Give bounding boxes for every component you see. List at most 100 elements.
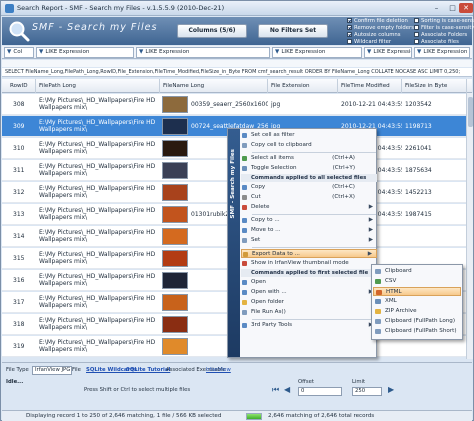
cell-rowid: 311 [13, 167, 25, 174]
export-option-html[interactable]: HTML [373, 287, 461, 296]
option-checkbox[interactable] [414, 18, 419, 23]
cell-extension: jpg [271, 101, 281, 108]
filter-cell-5[interactable]: ▼ LIKE Expression [414, 47, 470, 58]
option-right-2[interactable]: Associate Folders [414, 32, 467, 39]
export-option-icon [375, 319, 381, 324]
menu-item-label: Select all items [251, 155, 294, 161]
cell-filepath: E:\My Pictures\_HD_Wallpapers\Fire HD Wa… [39, 97, 156, 111]
filter-cell-4[interactable]: ▼LIKE Expression [364, 47, 412, 58]
image-thumbnail [162, 184, 188, 201]
filter-expression: Col [13, 49, 23, 55]
close-button[interactable]: ✕ [459, 3, 473, 13]
menu-item-icon [243, 252, 248, 257]
filter-dropdown-icon[interactable]: ▼ [139, 49, 143, 55]
filter-cell-2[interactable]: ▼ LIKE Expression [136, 47, 270, 58]
table-row[interactable]: 308 E:\My Pictures\_HD_Wallpapers\Fire HD… [2, 94, 472, 115]
option-checkbox[interactable] [347, 18, 352, 23]
menu-item-select-all-items[interactable]: Select all items (Ctrl+A) [241, 154, 377, 163]
option-checkbox[interactable] [414, 39, 419, 44]
option-label: Associate files [421, 39, 459, 45]
filter-cell-3[interactable]: ▼ LIKE Expression [272, 47, 362, 58]
limit-input[interactable]: 250 [352, 387, 382, 396]
menu-item-3rd-party-tools[interactable]: 3rd Party Tools▶ [241, 321, 377, 330]
previous-page-icon[interactable]: ◀ [284, 386, 290, 394]
minimize-button[interactable]: – [429, 3, 444, 13]
idle-status: Idle... [6, 379, 24, 385]
cell-filepath: E:\My Pictures\_HD_Wallpapers\Fire HD Wa… [39, 317, 156, 331]
option-left-2[interactable]: Autosize columns [347, 32, 401, 39]
menu-item-open-folder[interactable]: Open folder [241, 298, 377, 307]
filter-dropdown-icon[interactable]: ▼ [275, 49, 279, 55]
sqlite-tutorial-link[interactable]: SQLite Tutorial [126, 367, 170, 374]
filter-cell-1[interactable]: ▼ LIKE Expression [36, 47, 134, 58]
filter-bar: ▼ Col ▼ LIKE Expression ▼ LIKE Expression ▼ LIK… [2, 46, 472, 59]
cell-rowid: 313 [13, 211, 25, 218]
option-left-1[interactable]: Remove empty folders [347, 25, 414, 32]
next-page-icon[interactable]: ▶ [388, 386, 394, 394]
filter-dropdown-icon[interactable]: ▼ [39, 49, 43, 55]
scrollbar-thumb[interactable] [468, 97, 473, 127]
option-checkbox[interactable] [347, 25, 352, 30]
submenu-arrow-icon: ▶ [368, 227, 373, 233]
maximize-button[interactable]: □ [445, 3, 460, 13]
menu-item-copy-to[interactable]: Copy to ... ▶ [241, 216, 377, 225]
column-header-3[interactable]: File Extension [268, 79, 338, 93]
filter-dropdown-icon[interactable]: ▼ [417, 49, 421, 55]
menu-item-export-data-to[interactable]: Export Data to ... ▶ [241, 249, 377, 258]
offset-input[interactable]: 0 [298, 387, 342, 396]
cell-filepath: E:\My Pictures\_HD_Wallpapers\Fire HD Wa… [39, 273, 156, 287]
menu-item-set-cell-as-filter[interactable]: Set cell as filter [241, 131, 377, 140]
option-checkbox[interactable] [347, 39, 352, 44]
menu-item-show-in-irfanview-thumbnail-mode[interactable]: Show in IrfanView thumbnail mode [241, 259, 377, 268]
menu-item-copy[interactable]: Copy (Ctrl+C) [241, 183, 377, 192]
filter-dropdown-icon[interactable]: ▼ [367, 49, 371, 55]
menu-item-copy-cell-to-clipboard[interactable]: Copy cell to clipboard [241, 141, 377, 150]
option-left-0[interactable]: Confirm file deletion [347, 18, 408, 25]
option-label: Associate Folders [421, 32, 468, 38]
menu-item-cut[interactable]: Cut (Ctrl+X) [241, 193, 377, 202]
menu-item-file-run-as[interactable]: File Run As() [241, 308, 377, 317]
filter-dropdown-icon[interactable]: ▼ [7, 49, 11, 55]
option-checkbox[interactable] [414, 25, 419, 30]
image-thumbnail [162, 206, 188, 223]
vertical-scrollbar[interactable] [466, 93, 473, 359]
option-left-3[interactable]: Wildcard filter [347, 39, 391, 46]
menu-item-icon [242, 156, 247, 161]
export-option-clipboard-fullpath-long[interactable]: Clipboard (FullPath Long) [373, 317, 461, 326]
no-filters-button[interactable]: No Filters Set [258, 24, 328, 38]
option-right-3[interactable]: Associate files [414, 39, 459, 46]
status-displaying: Displaying record 1 to 250 of 2,646 matc… [26, 413, 222, 419]
menu-item-label: Set [251, 237, 261, 243]
menu-item-move-to[interactable]: Move to ... ▶ [241, 226, 377, 235]
column-header-0[interactable]: RowID [2, 79, 36, 93]
export-option-clipboard[interactable]: Clipboard [373, 267, 461, 276]
menu-item-set[interactable]: Set ▶ [241, 236, 377, 245]
header-banner: SMF - Search my Files Columns (5/6) No F… [2, 17, 474, 46]
associated-executable-value[interactable]: IrfanView [206, 367, 231, 374]
option-right-1[interactable]: Filter is case-sensitive [414, 25, 474, 32]
title-bar: Search Report - SMF - Search my Files - … [1, 1, 473, 16]
column-header-2[interactable]: FileName Long [160, 79, 268, 93]
export-option-clipboard-fullpath-short[interactable]: Clipboard (FullPath Short) [373, 327, 461, 336]
export-option-xml[interactable]: XML [373, 297, 461, 306]
menu-item-delete[interactable]: Delete ▶ [241, 203, 377, 212]
option-checkbox[interactable] [414, 32, 419, 37]
filter-cell-0[interactable]: ▼ Col [4, 47, 34, 58]
option-checkbox[interactable] [347, 32, 352, 37]
export-option-icon [375, 279, 381, 284]
columns-button[interactable]: Columns (5/6) [177, 24, 247, 38]
menu-item-toggle-selection[interactable]: Toggle Selection (Ctrl+Y) [241, 164, 377, 173]
menu-item-open-with[interactable]: Open with ...▶ [241, 288, 377, 297]
column-header-1[interactable]: FilePath Long [36, 79, 160, 93]
first-page-icon[interactable]: ⏮ [272, 386, 279, 394]
column-header-4[interactable]: FileTime Modified [338, 79, 402, 93]
option-right-0[interactable]: Sorting is case-sensitive [414, 18, 474, 25]
column-header-5[interactable]: FileSize in Byte [402, 79, 467, 93]
menu-item-open[interactable]: Open [241, 278, 377, 287]
menu-item-label: File Run As() [251, 309, 286, 315]
filter-expression: LIKE Expression [45, 49, 90, 55]
export-option-zip-archive[interactable]: ZIP Archive [373, 307, 461, 316]
export-option-csv[interactable]: CSV [373, 277, 461, 286]
menu-separator [252, 214, 376, 215]
menu-separator [252, 319, 376, 320]
